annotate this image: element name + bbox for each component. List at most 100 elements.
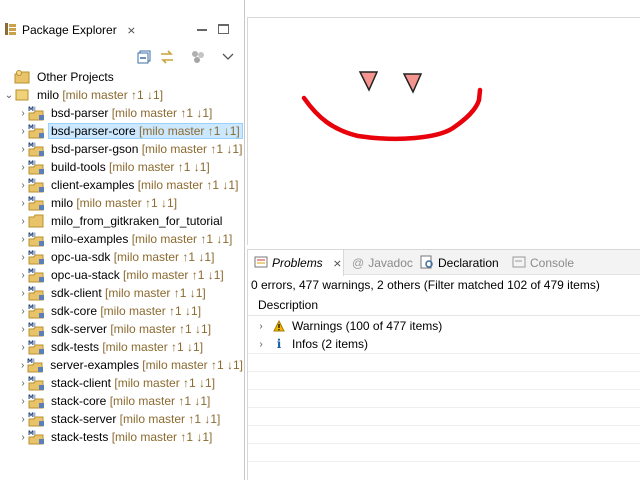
- git-decoration: [milo master ↑1 ↓1]: [106, 394, 211, 408]
- tree-row[interactable]: › M Jbsd-parser [milo master ↑1 ↓1]: [0, 104, 245, 122]
- editor-area[interactable]: [247, 17, 640, 245]
- package-explorer-tabbar: Package Explorer ⨯: [0, 17, 245, 43]
- row-divider: [248, 407, 640, 408]
- project-name: sdk-tests: [51, 340, 100, 354]
- git-decoration: [milo master ↑1 ↓1]: [110, 250, 215, 264]
- maximize-view-button[interactable]: [218, 24, 229, 34]
- tree-row[interactable]: › M Jstack-server [milo master ↑1 ↓1]: [0, 410, 245, 428]
- minimize-view-button[interactable]: [197, 29, 207, 31]
- smile-stroke: [301, 87, 483, 142]
- chevron-down-icon[interactable]: ⌄: [4, 90, 14, 101]
- row-divider: [248, 443, 640, 444]
- problems-group-infos[interactable]: › i Infos (2 items): [248, 335, 640, 353]
- git-decoration: [milo master ↑1 ↓1]: [138, 142, 243, 156]
- maven-project-icon: MJ: [28, 339, 46, 355]
- tab-problems[interactable]: Problems ⨯: [248, 250, 344, 276]
- project-name: stack-client: [51, 376, 112, 390]
- chevron-right-icon[interactable]: ›: [18, 216, 28, 227]
- chevron-right-icon[interactable]: ›: [18, 432, 28, 443]
- console-icon: [512, 255, 526, 272]
- problems-group-warnings[interactable]: › Warnings (100 of 477 items): [248, 317, 640, 335]
- chevron-right-icon[interactable]: ›: [18, 396, 28, 407]
- git-decoration: [milo master ↑1 ↓1]: [128, 232, 233, 246]
- tab-package-explorer[interactable]: Package Explorer ⨯: [0, 17, 136, 43]
- tree-row[interactable]: › M Jbsd-parser-gson [milo master ↑1 ↓1]: [0, 140, 245, 158]
- tree-row[interactable]: › M Jopc-ua-stack [milo master ↑1 ↓1]: [0, 266, 245, 284]
- git-decoration: [milo master ↑1 ↓1]: [116, 412, 221, 426]
- warning-icon: [272, 319, 286, 333]
- tab-javadoc[interactable]: @ Javadoc: [352, 250, 413, 276]
- tree-row[interactable]: ⌄ milo [milo master ↑1 ↓1]: [0, 86, 245, 104]
- problems-view: Problems ⨯ @ Javadoc Declaration Console…: [247, 249, 640, 480]
- row-divider: [248, 389, 640, 390]
- repository-icon: [14, 87, 32, 103]
- chevron-right-icon[interactable]: ›: [256, 321, 266, 332]
- description-column-header[interactable]: Description: [248, 294, 640, 316]
- project-name: milo: [37, 88, 60, 102]
- chevron-right-icon[interactable]: ›: [18, 414, 28, 425]
- chevron-right-icon[interactable]: ›: [18, 306, 28, 317]
- tree-row[interactable]: › M Jsdk-tests [milo master ↑1 ↓1]: [0, 338, 245, 356]
- problems-summary: 0 errors, 477 warnings, 2 others (Filter…: [251, 278, 600, 292]
- tree-row[interactable]: › milo_from_gitkraken_for_tutorial: [0, 212, 245, 230]
- tree-row[interactable]: › M Jsdk-client [milo master ↑1 ↓1]: [0, 284, 245, 302]
- tree-row-text: opc-ua-sdk [milo master ↑1 ↓1]: [49, 250, 216, 264]
- chevron-right-icon[interactable]: ›: [18, 270, 28, 281]
- tab-console[interactable]: Console: [512, 250, 574, 276]
- close-icon[interactable]: ⨯: [333, 257, 342, 270]
- tree-row-text: bsd-parser-core [milo master ↑1 ↓1]: [48, 123, 243, 139]
- git-decoration: [milo master ↑1 ↓1]: [97, 304, 202, 318]
- chevron-right-icon[interactable]: ›: [18, 342, 28, 353]
- right-eye-triangle: [402, 73, 423, 94]
- maven-project-icon: MJ: [28, 195, 46, 211]
- tree-row[interactable]: › M Jsdk-server [milo master ↑1 ↓1]: [0, 320, 245, 338]
- project-name: milo_from_gitkraken_for_tutorial: [51, 214, 223, 228]
- chevron-right-icon[interactable]: ›: [256, 339, 266, 350]
- tree-row[interactable]: Other Projects: [0, 68, 245, 86]
- chevron-right-icon[interactable]: ›: [18, 360, 27, 371]
- tree-row-text: sdk-client [milo master ↑1 ↓1]: [49, 286, 208, 300]
- chevron-right-icon[interactable]: ›: [18, 144, 28, 155]
- chevron-right-icon[interactable]: ›: [18, 378, 28, 389]
- tree-row-text: server-examples [milo master ↑1 ↓1]: [48, 358, 245, 372]
- tree-row[interactable]: › M Jstack-tests [milo master ↑1 ↓1]: [0, 428, 245, 446]
- tree-row[interactable]: › M Jbuild-tools [milo master ↑1 ↓1]: [0, 158, 245, 176]
- maven-project-icon: MJ: [28, 393, 46, 409]
- chevron-right-icon[interactable]: ›: [18, 324, 28, 335]
- tree-row[interactable]: › M Jmilo [milo master ↑1 ↓1]: [0, 194, 245, 212]
- chevron-right-icon[interactable]: ›: [18, 288, 28, 299]
- git-decoration: [milo master ↑1 ↓1]: [107, 322, 212, 336]
- chevron-right-icon[interactable]: ›: [18, 198, 28, 209]
- tab-javadoc-label: Javadoc: [368, 256, 413, 270]
- tree-row-text: build-tools [milo master ↑1 ↓1]: [49, 160, 212, 174]
- close-icon[interactable]: ⨯: [127, 24, 136, 37]
- chevron-right-icon[interactable]: ›: [18, 108, 28, 119]
- link-with-editor-icon[interactable]: [159, 49, 175, 65]
- tree-row[interactable]: › M Jstack-client [milo master ↑1 ↓1]: [0, 374, 245, 392]
- tree-row[interactable]: › M Jclient-examples [milo master ↑1 ↓1]: [0, 176, 245, 194]
- chevron-right-icon[interactable]: ›: [18, 126, 28, 137]
- maven-project-icon: MJ: [28, 159, 46, 175]
- chevron-right-icon[interactable]: ›: [18, 180, 28, 191]
- tree-row-text: milo_from_gitkraken_for_tutorial: [49, 214, 224, 228]
- tab-declaration[interactable]: Declaration: [420, 250, 499, 276]
- git-decoration: [milo master ↑1 ↓1]: [59, 88, 164, 102]
- chevron-right-icon[interactable]: ›: [18, 252, 28, 263]
- project-name: bsd-parser: [51, 106, 109, 120]
- tree-row[interactable]: › M Jbsd-parser-core [milo master ↑1 ↓1]: [0, 122, 245, 140]
- view-menu-icon[interactable]: [220, 49, 236, 65]
- tree-row[interactable]: › M Jopc-ua-sdk [milo master ↑1 ↓1]: [0, 248, 245, 266]
- package-explorer-toolbar: [0, 46, 245, 68]
- tree-row[interactable]: › M Jserver-examples [milo master ↑1 ↓1]: [0, 356, 245, 374]
- maven-project-icon: MJ: [28, 321, 46, 337]
- problems-icon: [254, 255, 268, 272]
- tree-row[interactable]: › M Jstack-core [milo master ↑1 ↓1]: [0, 392, 245, 410]
- chevron-right-icon[interactable]: ›: [18, 162, 28, 173]
- maven-project-icon: MJ: [28, 429, 46, 445]
- tree-row[interactable]: › M Jsdk-core [milo master ↑1 ↓1]: [0, 302, 245, 320]
- chevron-right-icon[interactable]: ›: [18, 234, 28, 245]
- focus-active-task-icon[interactable]: [190, 49, 206, 65]
- collapse-all-icon[interactable]: [136, 49, 152, 65]
- maven-project-icon: MJ: [28, 267, 46, 283]
- tree-row[interactable]: › M Jmilo-examples [milo master ↑1 ↓1]: [0, 230, 245, 248]
